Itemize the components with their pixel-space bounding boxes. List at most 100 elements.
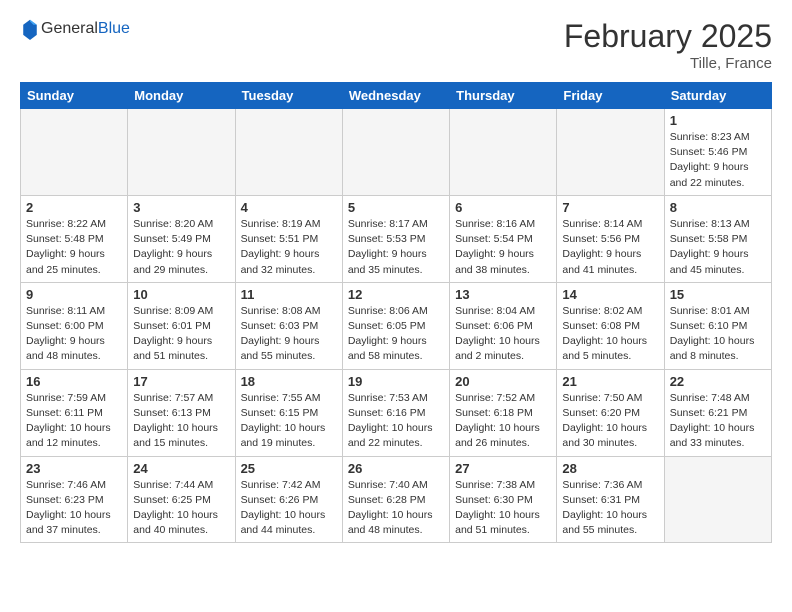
calendar-cell: 5 Sunrise: 8:17 AM Sunset: 5:53 PM Daylig… [342,195,449,282]
day-number: 26 [348,461,444,476]
day-info: Sunrise: 7:50 AM Sunset: 6:20 PM Dayligh… [562,391,658,452]
calendar-cell [664,456,771,543]
day-info: Sunrise: 7:42 AM Sunset: 6:26 PM Dayligh… [241,478,337,539]
calendar-week-row: 9Sunrise: 8:11 AM Sunset: 6:00 PM Daylig… [21,282,772,369]
day-info: Sunrise: 8:20 AM Sunset: 5:49 PM Dayligh… [133,217,229,278]
calendar-cell: 14 Sunrise: 8:02 AM Sunset: 6:08 PM Dayli… [557,282,664,369]
calendar-cell: 13 Sunrise: 8:04 AM Sunset: 6:06 PM Dayli… [450,282,557,369]
day-info: Sunrise: 8:08 AM Sunset: 6:03 PM Dayligh… [241,304,337,365]
day-number: 10 [133,287,229,302]
day-number: 3 [133,200,229,215]
day-number: 5 [348,200,444,215]
day-number: 8 [670,200,766,215]
day-info: Sunrise: 7:59 AM Sunset: 6:11 PM Dayligh… [26,391,122,452]
calendar-cell: 20 Sunrise: 7:52 AM Sunset: 6:18 PM Dayli… [450,369,557,456]
day-info: Sunrise: 7:52 AM Sunset: 6:18 PM Dayligh… [455,391,551,452]
calendar-cell [235,109,342,196]
calendar-cell [128,109,235,196]
day-info: Sunrise: 8:17 AM Sunset: 5:53 PM Dayligh… [348,217,444,278]
location: Tille, France [564,55,772,72]
day-info: Sunrise: 8:13 AM Sunset: 5:58 PM Dayligh… [670,217,766,278]
day-info: Sunrise: 8:14 AM Sunset: 5:56 PM Dayligh… [562,217,658,278]
day-number: 28 [562,461,658,476]
day-number: 22 [670,374,766,389]
header: GeneralBlue February 2025 Tille, France [20,18,772,72]
logo-blue-text: Blue [98,20,130,37]
general-blue-icon [21,18,39,40]
calendar-cell: 12 Sunrise: 8:06 AM Sunset: 6:05 PM Dayli… [342,282,449,369]
day-info: Sunrise: 8:23 AM Sunset: 5:46 PM Dayligh… [670,130,766,191]
day-number: 16 [26,374,122,389]
day-info: Sunrise: 7:55 AM Sunset: 6:15 PM Dayligh… [241,391,337,452]
calendar-header-row: Sunday Monday Tuesday Wednesday Thursday… [21,83,772,109]
calendar: Sunday Monday Tuesday Wednesday Thursday… [20,82,772,543]
day-number: 19 [348,374,444,389]
day-info: Sunrise: 7:40 AM Sunset: 6:28 PM Dayligh… [348,478,444,539]
calendar-cell: 15 Sunrise: 8:01 AM Sunset: 6:10 PM Dayli… [664,282,771,369]
calendar-cell: 6Sunrise: 8:16 AM Sunset: 5:54 PM Daylig… [450,195,557,282]
day-number: 13 [455,287,551,302]
day-number: 27 [455,461,551,476]
day-number: 15 [670,287,766,302]
calendar-cell: 27 Sunrise: 7:38 AM Sunset: 6:30 PM Dayli… [450,456,557,543]
day-number: 20 [455,374,551,389]
day-number: 12 [348,287,444,302]
calendar-cell: 7 Sunrise: 8:14 AM Sunset: 5:56 PM Daylig… [557,195,664,282]
day-number: 6 [455,200,551,215]
calendar-cell: 18 Sunrise: 7:55 AM Sunset: 6:15 PM Dayli… [235,369,342,456]
calendar-cell: 19Sunrise: 7:53 AM Sunset: 6:16 PM Dayli… [342,369,449,456]
day-info: Sunrise: 8:02 AM Sunset: 6:08 PM Dayligh… [562,304,658,365]
col-monday: Monday [128,83,235,109]
col-sunday: Sunday [21,83,128,109]
day-info: Sunrise: 8:19 AM Sunset: 5:51 PM Dayligh… [241,217,337,278]
calendar-cell: 4 Sunrise: 8:19 AM Sunset: 5:51 PM Daylig… [235,195,342,282]
calendar-cell: 1 Sunrise: 8:23 AM Sunset: 5:46 PM Daylig… [664,109,771,196]
calendar-cell [450,109,557,196]
calendar-cell: 3 Sunrise: 8:20 AM Sunset: 5:49 PM Daylig… [128,195,235,282]
calendar-cell: 26 Sunrise: 7:40 AM Sunset: 6:28 PM Dayli… [342,456,449,543]
calendar-cell [21,109,128,196]
calendar-cell: 28 Sunrise: 7:36 AM Sunset: 6:31 PM Dayli… [557,456,664,543]
day-info: Sunrise: 8:01 AM Sunset: 6:10 PM Dayligh… [670,304,766,365]
logo: GeneralBlue [20,18,130,40]
day-number: 1 [670,113,766,128]
day-info: Sunrise: 7:57 AM Sunset: 6:13 PM Dayligh… [133,391,229,452]
day-info: Sunrise: 8:09 AM Sunset: 6:01 PM Dayligh… [133,304,229,365]
day-number: 4 [241,200,337,215]
calendar-cell: 16 Sunrise: 7:59 AM Sunset: 6:11 PM Dayli… [21,369,128,456]
day-number: 17 [133,374,229,389]
col-thursday: Thursday [450,83,557,109]
calendar-cell: 8 Sunrise: 8:13 AM Sunset: 5:58 PM Daylig… [664,195,771,282]
day-number: 9 [26,287,122,302]
col-saturday: Saturday [664,83,771,109]
calendar-cell: 24Sunrise: 7:44 AM Sunset: 6:25 PM Dayli… [128,456,235,543]
month-title: February 2025 [564,18,772,55]
calendar-cell: 17 Sunrise: 7:57 AM Sunset: 6:13 PM Dayli… [128,369,235,456]
calendar-week-row: 2Sunrise: 8:22 AM Sunset: 5:48 PM Daylig… [21,195,772,282]
calendar-week-row: 1 Sunrise: 8:23 AM Sunset: 5:46 PM Daylig… [21,109,772,196]
day-info: Sunrise: 8:06 AM Sunset: 6:05 PM Dayligh… [348,304,444,365]
calendar-cell: 21 Sunrise: 7:50 AM Sunset: 6:20 PM Dayli… [557,369,664,456]
day-info: Sunrise: 8:04 AM Sunset: 6:06 PM Dayligh… [455,304,551,365]
calendar-cell: 11 Sunrise: 8:08 AM Sunset: 6:03 PM Dayli… [235,282,342,369]
col-friday: Friday [557,83,664,109]
calendar-cell: 22 Sunrise: 7:48 AM Sunset: 6:21 PM Dayli… [664,369,771,456]
day-info: Sunrise: 8:22 AM Sunset: 5:48 PM Dayligh… [26,217,122,278]
day-info: Sunrise: 7:38 AM Sunset: 6:30 PM Dayligh… [455,478,551,539]
col-tuesday: Tuesday [235,83,342,109]
day-number: 18 [241,374,337,389]
day-number: 14 [562,287,658,302]
day-info: Sunrise: 7:48 AM Sunset: 6:21 PM Dayligh… [670,391,766,452]
calendar-cell: 25Sunrise: 7:42 AM Sunset: 6:26 PM Dayli… [235,456,342,543]
day-number: 11 [241,287,337,302]
logo-general-text: General [41,20,98,37]
calendar-week-row: 16 Sunrise: 7:59 AM Sunset: 6:11 PM Dayli… [21,369,772,456]
calendar-cell: 2Sunrise: 8:22 AM Sunset: 5:48 PM Daylig… [21,195,128,282]
day-info: Sunrise: 7:36 AM Sunset: 6:31 PM Dayligh… [562,478,658,539]
calendar-cell [557,109,664,196]
col-wednesday: Wednesday [342,83,449,109]
day-number: 21 [562,374,658,389]
day-number: 24 [133,461,229,476]
calendar-cell: 23Sunrise: 7:46 AM Sunset: 6:23 PM Dayli… [21,456,128,543]
day-number: 7 [562,200,658,215]
